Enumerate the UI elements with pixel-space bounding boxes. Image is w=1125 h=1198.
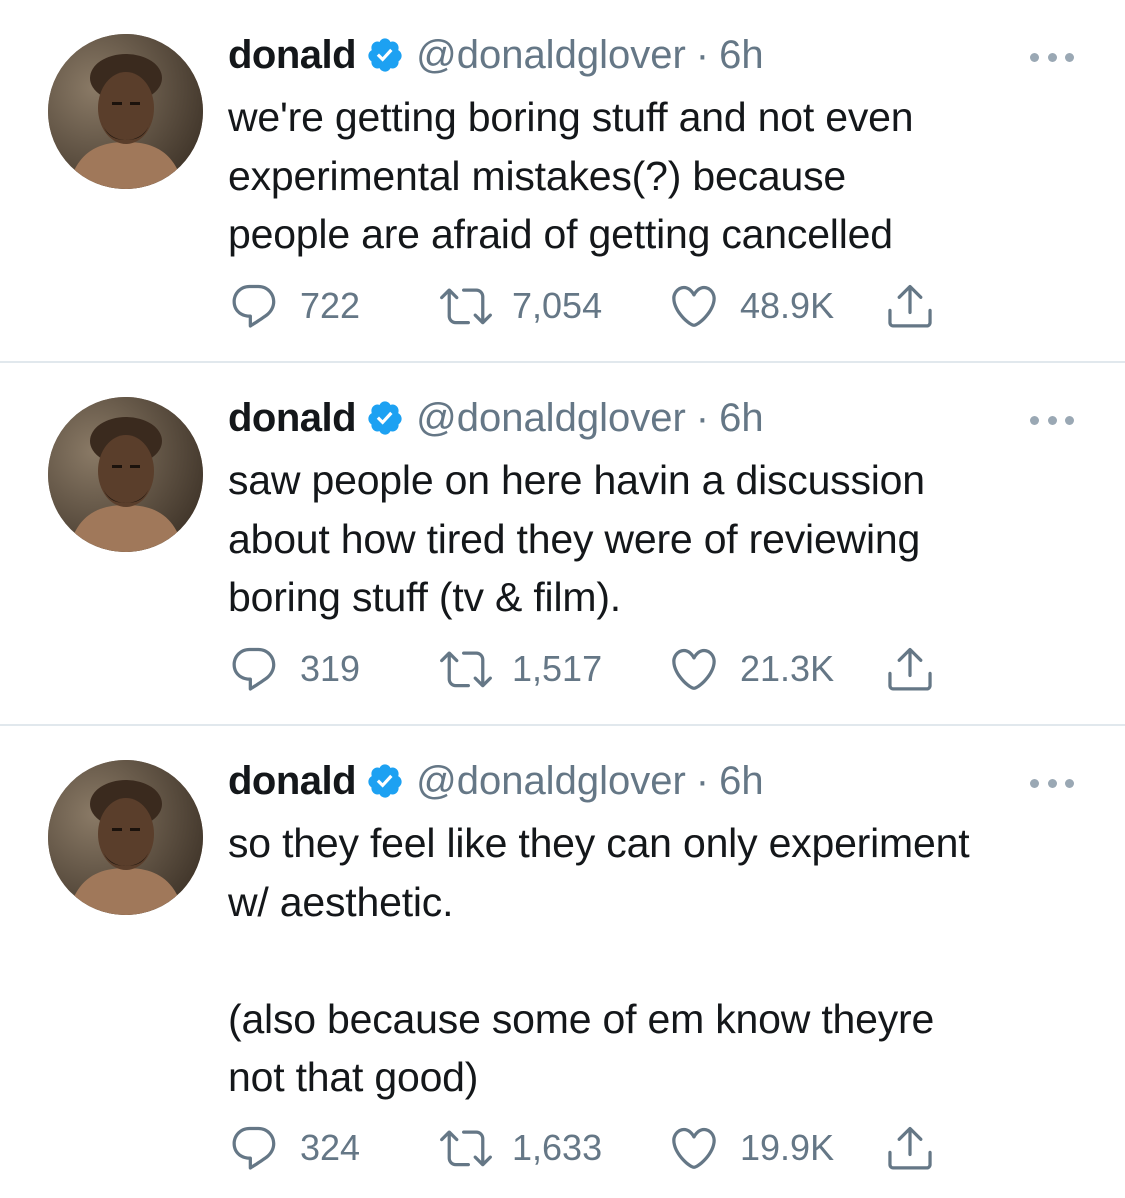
retweet-icon <box>440 1130 492 1167</box>
separator-dot: · <box>695 758 710 803</box>
reply-icon <box>232 647 276 691</box>
like-count: 48.9K <box>740 285 835 326</box>
more-options-icon[interactable] <box>1030 413 1074 427</box>
tweet-text: so they feel like they can only experime… <box>228 820 970 1100</box>
reply-button[interactable]: 324 <box>228 1122 360 1174</box>
avatar-image <box>48 397 203 552</box>
avatar[interactable] <box>48 34 203 189</box>
author-handle[interactable]: @donaldglover <box>416 396 686 441</box>
author-handle[interactable]: @donaldglover <box>416 33 686 78</box>
reply-count: 722 <box>300 285 361 326</box>
retweet-count: 7,054 <box>512 285 603 326</box>
avatar-image <box>48 760 203 915</box>
verified-badge-icon <box>366 399 404 437</box>
timestamp[interactable]: 6h <box>719 33 764 78</box>
tweet-text: saw people on here havin a discussion ab… <box>228 457 925 620</box>
share-button[interactable] <box>884 1122 936 1174</box>
like-button[interactable]: 19.9K <box>668 1122 834 1174</box>
tweet[interactable]: donald @donaldglover · 6h saw people on … <box>0 363 1125 724</box>
tweet-header: donald @donaldglover · 6h <box>228 393 764 443</box>
retweet-button[interactable]: 7,054 <box>440 280 602 332</box>
reply-button[interactable]: 722 <box>228 280 360 332</box>
tweet-actions: 722 7,054 48.9K <box>228 280 988 332</box>
reply-icon <box>232 284 276 328</box>
separator-dot: · <box>695 32 710 77</box>
like-count: 19.9K <box>740 1127 835 1168</box>
retweet-button[interactable]: 1,633 <box>440 1122 602 1174</box>
like-count: 21.3K <box>740 648 835 689</box>
author-name[interactable]: donald <box>228 33 357 78</box>
heart-icon <box>672 648 716 690</box>
share-button[interactable] <box>884 280 936 332</box>
reply-button[interactable]: 319 <box>228 643 360 695</box>
avatar[interactable] <box>48 397 203 552</box>
reply-icon <box>232 1126 276 1170</box>
author-name[interactable]: donald <box>228 759 357 804</box>
more-options-icon[interactable] <box>1030 50 1074 64</box>
heart-icon <box>672 1127 716 1169</box>
avatar-image <box>48 34 203 189</box>
retweet-button[interactable]: 1,517 <box>440 643 602 695</box>
retweet-icon <box>440 651 492 688</box>
verified-badge-icon <box>366 762 404 800</box>
tweet-feed: donald @donaldglover · 6h we're getting … <box>0 0 1125 1198</box>
author-handle[interactable]: @donaldglover <box>416 759 686 804</box>
retweet-icon <box>440 288 492 325</box>
reply-count: 319 <box>300 648 361 689</box>
share-icon <box>888 1126 932 1170</box>
tweet-text: we're getting boring stuff and not even … <box>228 94 914 257</box>
author-name[interactable]: donald <box>228 396 357 441</box>
timestamp[interactable]: 6h <box>719 759 764 804</box>
timestamp[interactable]: 6h <box>719 396 764 441</box>
tweet-actions: 324 1,633 19.9K <box>228 1122 988 1174</box>
tweet[interactable]: donald @donaldglover · 6h we're getting … <box>0 0 1125 361</box>
more-options-icon[interactable] <box>1030 776 1074 790</box>
retweet-count: 1,633 <box>512 1127 603 1168</box>
like-button[interactable]: 21.3K <box>668 643 834 695</box>
retweet-count: 1,517 <box>512 648 603 689</box>
share-button[interactable] <box>884 643 936 695</box>
share-icon <box>888 284 932 328</box>
avatar[interactable] <box>48 760 203 915</box>
share-icon <box>888 647 932 691</box>
heart-icon <box>672 285 716 327</box>
separator-dot: · <box>695 395 710 440</box>
verified-badge-icon <box>366 36 404 74</box>
tweet-header: donald @donaldglover · 6h <box>228 756 764 806</box>
tweet[interactable]: donald @donaldglover · 6h so they feel l… <box>0 726 1125 1198</box>
reply-count: 324 <box>300 1127 361 1168</box>
tweet-header: donald @donaldglover · 6h <box>228 30 764 80</box>
tweet-actions: 319 1,517 21.3K <box>228 643 988 695</box>
like-button[interactable]: 48.9K <box>668 280 834 332</box>
